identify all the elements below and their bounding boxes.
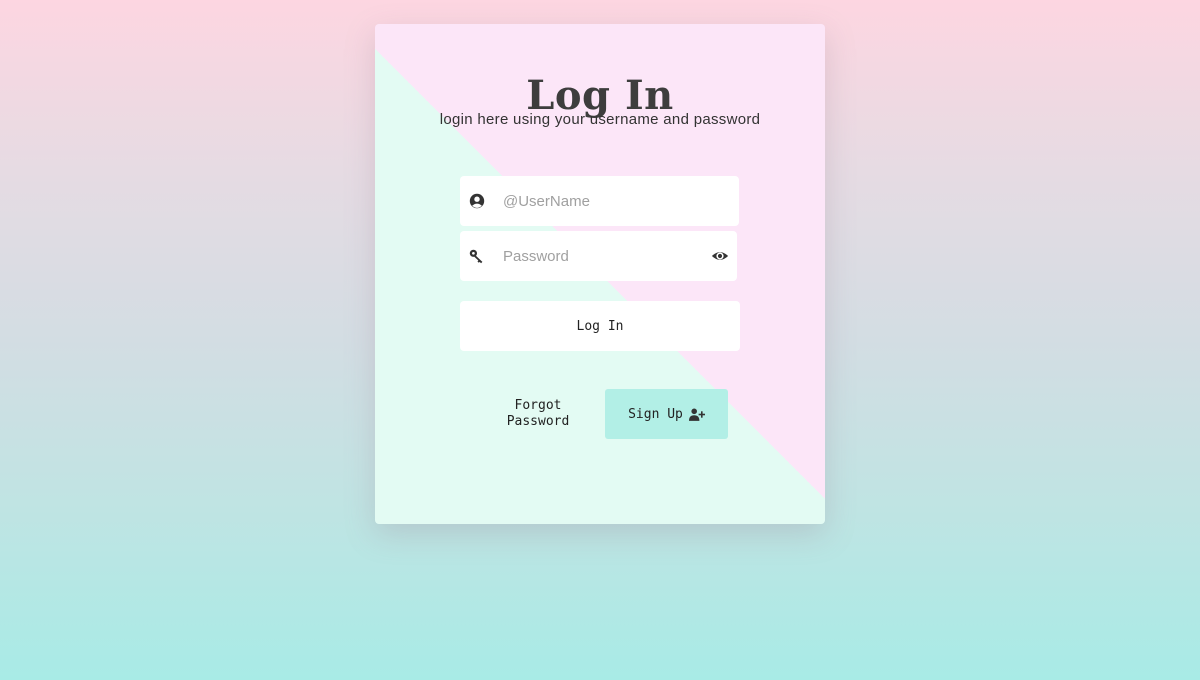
user-plus-icon bbox=[688, 408, 705, 421]
login-card: Log In login here using your username an… bbox=[375, 24, 825, 524]
username-field bbox=[460, 176, 739, 226]
username-input[interactable] bbox=[503, 176, 703, 226]
page-subtitle: login here using your username and passw… bbox=[439, 111, 761, 128]
eye-icon[interactable] bbox=[711, 247, 729, 265]
password-input[interactable] bbox=[503, 231, 703, 281]
user-circle-icon bbox=[469, 193, 485, 209]
signup-button[interactable]: Sign Up bbox=[605, 389, 728, 439]
signup-button-label: Sign Up bbox=[628, 406, 683, 422]
key-icon bbox=[469, 249, 483, 264]
login-button[interactable]: Log In bbox=[460, 301, 740, 351]
forgot-password-link[interactable]: Forgot Password bbox=[493, 398, 583, 430]
password-field bbox=[460, 231, 737, 281]
page-title: Log In bbox=[526, 72, 674, 119]
